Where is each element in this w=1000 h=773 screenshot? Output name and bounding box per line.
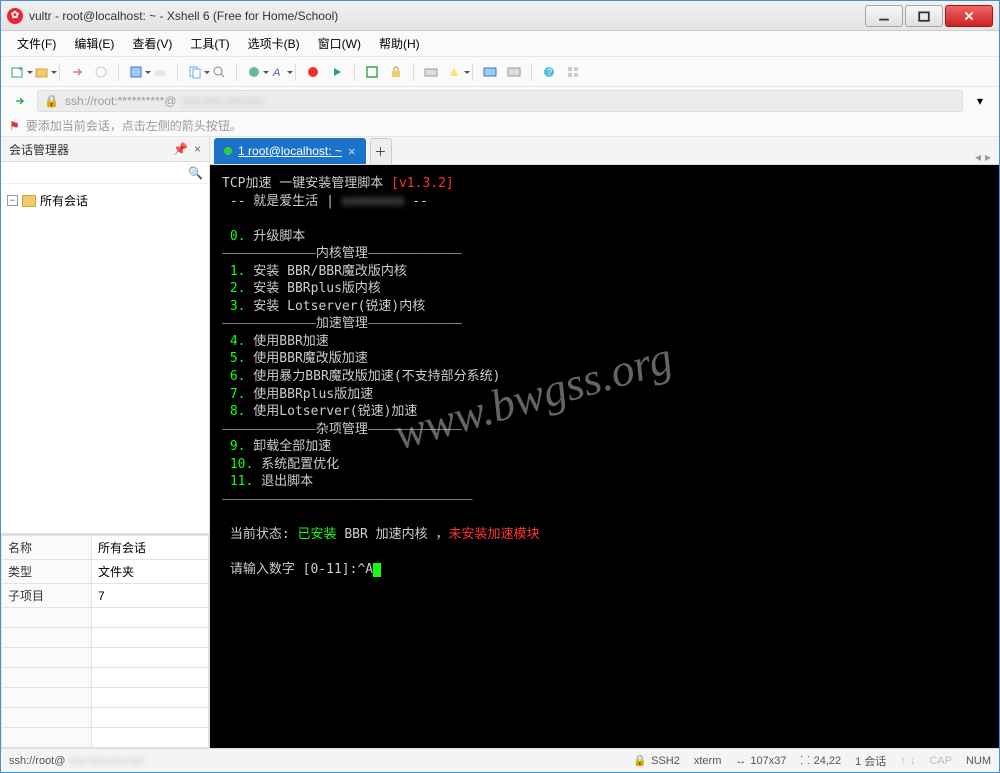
tree-root-label: 所有会话 bbox=[40, 192, 88, 209]
new-session-button[interactable]: + bbox=[7, 61, 29, 83]
addressbar: 🔒 ssh://root:**********@ xxx.xxx.xxx.xxx… bbox=[1, 87, 999, 115]
tree-collapse-icon[interactable]: − bbox=[7, 195, 18, 206]
tab-add-button[interactable]: ＋ bbox=[370, 138, 392, 164]
up-arrow-icon: ↑ bbox=[900, 755, 906, 767]
play-button[interactable] bbox=[326, 61, 348, 83]
address-host-hidden: xxx.xxx.xxx.xxx bbox=[183, 94, 265, 108]
close-button[interactable] bbox=[945, 5, 993, 27]
connected-dot-icon bbox=[224, 147, 232, 155]
copy-paste-button[interactable] bbox=[184, 61, 206, 83]
xftp-button[interactable] bbox=[503, 61, 525, 83]
terminal[interactable]: TCP加速 一键安装管理脚本 [v1.3.2] -- 就是爱生活 | xxxxx… bbox=[210, 165, 999, 748]
address-input[interactable]: 🔒 ssh://root:**********@ xxx.xxx.xxx.xxx bbox=[37, 90, 963, 112]
toolbar: + A ? bbox=[1, 57, 999, 87]
menu-view[interactable]: 查看(V) bbox=[124, 32, 180, 55]
disconnect-button[interactable] bbox=[90, 61, 112, 83]
menubar: 文件(F) 编辑(E) 查看(V) 工具(T) 选项卡(B) 窗口(W) 帮助(… bbox=[1, 31, 999, 57]
app-window: ✿ vultr - root@localhost: ~ - Xshell 6 (… bbox=[0, 0, 1000, 773]
highlight-button[interactable] bbox=[444, 61, 466, 83]
status-cap: CAP bbox=[929, 755, 952, 767]
hint-text: 要添加当前会话，点击左侧的箭头按钮。 bbox=[26, 117, 242, 134]
session-tree: − 所有会话 bbox=[1, 184, 209, 534]
lock-button[interactable] bbox=[385, 61, 407, 83]
prop-row-type: 类型文件夹 bbox=[2, 560, 209, 584]
status-num: NUM bbox=[966, 755, 991, 767]
color-scheme-button[interactable] bbox=[243, 61, 265, 83]
status-sessions: 1 会话 bbox=[855, 753, 886, 769]
svg-text:A: A bbox=[272, 67, 280, 79]
terminal-cursor bbox=[373, 563, 381, 577]
tab-next-icon[interactable]: ▸ bbox=[985, 150, 991, 164]
tab-label: root@localhost: ~ bbox=[248, 144, 342, 158]
svg-text:?: ? bbox=[547, 67, 552, 77]
lock-small-icon: 🔒 bbox=[633, 754, 647, 767]
session-search[interactable]: 🔍 bbox=[1, 162, 209, 184]
status-updown: ↑↓ bbox=[900, 755, 915, 767]
watermark: www.bwgss.org bbox=[387, 327, 679, 466]
position-icon: ⸬ bbox=[800, 753, 809, 768]
session-manager-title: 会话管理器 bbox=[9, 141, 69, 158]
status-ssh: 🔒SSH2 bbox=[633, 754, 679, 767]
down-arrow-icon: ↓ bbox=[910, 755, 916, 767]
menu-edit[interactable]: 编辑(E) bbox=[66, 32, 122, 55]
menu-tab[interactable]: 选项卡(B) bbox=[240, 32, 308, 55]
session-manager-panel: 会话管理器 📌 × 🔍 − 所有会话 名称所有会话 类型文件夹 bbox=[1, 137, 210, 748]
window-controls bbox=[863, 5, 993, 27]
find-button[interactable] bbox=[208, 61, 230, 83]
svg-text:+: + bbox=[18, 65, 23, 74]
hintbar: ⚑ 要添加当前会话，点击左侧的箭头按钮。 bbox=[1, 115, 999, 137]
status-cursor-pos: ⸬24,22 bbox=[800, 753, 841, 768]
titlebar: ✿ vultr - root@localhost: ~ - Xshell 6 (… bbox=[1, 1, 999, 31]
open-button[interactable] bbox=[31, 61, 53, 83]
help-button[interactable]: ? bbox=[538, 61, 560, 83]
tab-nav: ◂ ▸ bbox=[975, 150, 999, 164]
print-button[interactable] bbox=[149, 61, 171, 83]
search-icon: 🔍 bbox=[188, 166, 203, 180]
tab-prev-icon[interactable]: ◂ bbox=[975, 150, 981, 164]
status-termtype: xterm bbox=[694, 755, 722, 767]
maximize-button[interactable] bbox=[905, 5, 943, 27]
statusbar: ssh://root@ xxx.xxx.xxx.xxx 🔒SSH2 xterm … bbox=[1, 748, 999, 772]
menu-tools[interactable]: 工具(T) bbox=[182, 32, 237, 55]
body: 会话管理器 📌 × 🔍 − 所有会话 名称所有会话 类型文件夹 bbox=[1, 137, 999, 748]
dimensions-icon: ↔ bbox=[735, 755, 746, 767]
minimize-button[interactable] bbox=[865, 5, 903, 27]
fullscreen-button[interactable] bbox=[361, 61, 383, 83]
address-url: ssh://root:**********@ bbox=[65, 94, 177, 108]
transfer-button[interactable] bbox=[479, 61, 501, 83]
panel-close-icon[interactable]: × bbox=[194, 142, 201, 156]
lock-icon: 🔒 bbox=[44, 94, 59, 108]
app-logo-icon: ✿ bbox=[7, 8, 23, 24]
record-button[interactable] bbox=[302, 61, 324, 83]
status-size: ↔107x37 bbox=[735, 755, 786, 767]
bookmark-flag-icon[interactable]: ⚑ bbox=[9, 119, 20, 133]
pin-icon[interactable]: 📌 bbox=[173, 142, 188, 156]
reconnect-button[interactable] bbox=[66, 61, 88, 83]
session-manager-header: 会话管理器 📌 × bbox=[1, 137, 209, 162]
folder-icon bbox=[22, 195, 36, 207]
menu-window[interactable]: 窗口(W) bbox=[310, 32, 369, 55]
window-title: vultr - root@localhost: ~ - Xshell 6 (Fr… bbox=[29, 9, 863, 23]
menu-file[interactable]: 文件(F) bbox=[9, 32, 64, 55]
windows-button[interactable] bbox=[562, 61, 584, 83]
prop-row-name: 名称所有会话 bbox=[2, 536, 209, 560]
status-connection: ssh://root@ xxx.xxx.xxx.xxx bbox=[9, 755, 145, 767]
go-button[interactable] bbox=[9, 90, 31, 112]
tab-close-icon[interactable]: × bbox=[348, 144, 356, 159]
prop-row-children: 子项目7 bbox=[2, 584, 209, 608]
main-area: 1 root@localhost: ~ × ＋ ◂ ▸ TCP加速 一键安装管理… bbox=[210, 137, 999, 748]
address-dropdown[interactable]: ▾ bbox=[969, 90, 991, 112]
font-button[interactable]: A bbox=[267, 61, 289, 83]
menu-help[interactable]: 帮助(H) bbox=[371, 32, 428, 55]
properties-button[interactable] bbox=[125, 61, 147, 83]
session-properties: 名称所有会话 类型文件夹 子项目7 bbox=[1, 534, 209, 748]
keyboard-button[interactable] bbox=[420, 61, 442, 83]
tabstrip: 1 root@localhost: ~ × ＋ ◂ ▸ bbox=[210, 137, 999, 165]
tree-root-node[interactable]: − 所有会话 bbox=[5, 190, 205, 211]
tab-active[interactable]: 1 root@localhost: ~ × bbox=[214, 138, 366, 164]
